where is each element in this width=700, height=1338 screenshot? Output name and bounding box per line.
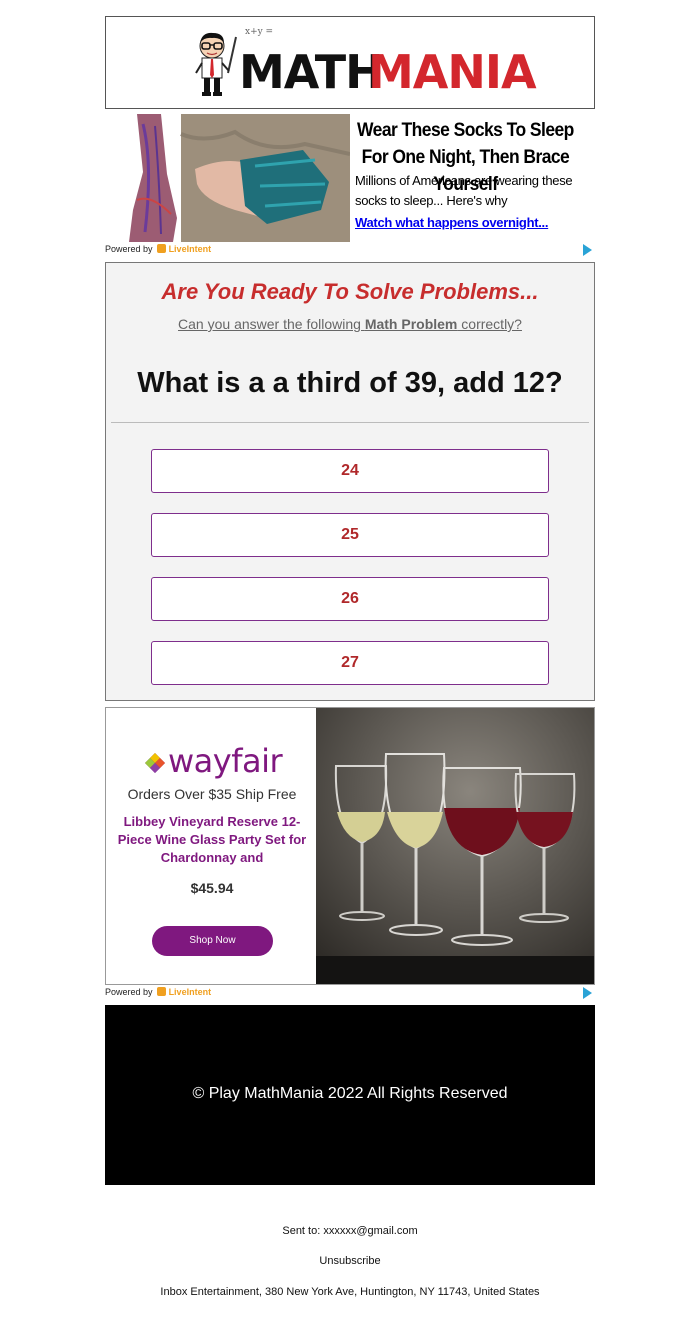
math-quiz-panel: Are You Ready To Solve Problems... Can y… [105,262,595,701]
quiz-sub-bold: Math Problem [364,316,458,332]
liveintent-brand: LiveIntent [168,244,212,254]
liveintent-logo-icon [157,244,167,253]
adchoices-icon[interactable] [583,987,592,999]
wayfair-brand: wayfair [168,742,283,780]
logo-formula: x+y = [245,27,274,37]
cartoon-teacher-icon [195,32,237,96]
ad-socks-image[interactable] [115,114,350,242]
adchoices-icon[interactable] [583,244,592,256]
company-address: Inbox Entertainment, 380 New York Ave, H… [160,1286,540,1298]
sent-to-label: Sent to: [282,1225,321,1237]
answer-option-4[interactable]: 27 [151,641,549,685]
ad-body-text: Millions of Americans are wearing these … [355,173,573,208]
footer-banner: © Play MathMania 2022 All Rights Reserve… [105,1005,595,1185]
copyright-text: © Play MathMania 2022 All Rights Reserve… [192,1085,508,1102]
powered-by-liveintent[interactable]: Powered by LiveIntent [105,244,211,254]
powered-by-label: Powered by [105,244,153,254]
shop-now-button[interactable]: Shop Now [152,926,273,956]
wine-glasses-image[interactable] [316,708,595,985]
powered-by-label: Powered by [105,987,153,997]
quiz-question: What is a a third of 39, add 12? [137,367,563,399]
answer-option-2[interactable]: 25 [151,513,549,557]
logo-mania: MANIA [368,45,537,99]
sponsored-ad-wayfair[interactable]: wayfair Orders Over $35 Ship Free Libbey… [105,707,595,985]
quiz-sub-suffix: correctly? [457,316,522,332]
wayfair-price: $45.94 [190,880,234,896]
divider [111,422,589,423]
wayfair-product-title[interactable]: Libbey Vineyard Reserve 12-Piece Wine Gl… [112,813,312,867]
wayfair-logo-icon [145,753,165,773]
sent-to-line: Sent to: xxxxxx@gmail.com [0,1225,700,1237]
wayfair-shipping-text: Orders Over $35 Ship Free [127,786,297,802]
answer-option-1[interactable]: 24 [151,449,549,493]
quiz-subheading[interactable]: Can you answer the following Math Proble… [106,316,594,332]
answer-option-3[interactable]: 26 [151,577,549,621]
liveintent-logo-icon [157,987,167,996]
quiz-sub-prefix: Can you answer the following [178,316,365,332]
powered-by-liveintent-2[interactable]: Powered by LiveIntent [105,987,211,997]
liveintent-brand: LiveIntent [168,987,212,997]
email-header-logo-banner: x+y = MATH MANIA [105,16,595,109]
quiz-heading: Are You Ready To Solve Problems... [161,279,539,304]
sent-to-email: xxxxxx@gmail.com [323,1225,418,1237]
ad-link[interactable]: Watch what happens overnight... [355,215,548,230]
sponsored-ad-socks[interactable]: Wear These Socks To Sleep For One Night,… [105,114,595,242]
logo-math: MATH [239,45,384,99]
unsubscribe-link[interactable]: Unsubscribe [0,1255,700,1267]
